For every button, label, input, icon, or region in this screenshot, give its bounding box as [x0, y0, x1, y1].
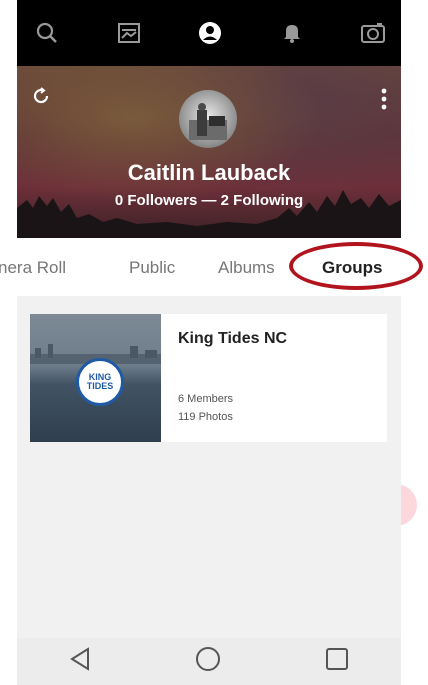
home-icon[interactable] — [195, 646, 221, 677]
back-icon[interactable] — [69, 647, 91, 676]
system-navigation-bar — [17, 638, 401, 685]
feed-icon[interactable] — [115, 19, 143, 47]
group-card[interactable]: KING TIDES King Tides NC 6 Members 119 P… — [30, 314, 387, 442]
camera-icon[interactable] — [359, 19, 387, 47]
king-tides-logo: KING TIDES — [76, 358, 124, 406]
tab-public[interactable]: Public — [129, 258, 175, 278]
follow-counts[interactable]: 0 Followers — 2 Following — [17, 192, 401, 209]
groups-annotation-ring — [289, 242, 423, 290]
groups-list: KING TIDES King Tides NC 6 Members 119 P… — [17, 296, 401, 638]
more-options-icon[interactable] — [381, 88, 387, 115]
avatar[interactable] — [179, 90, 237, 148]
tab-camera-roll[interactable]: nera Roll — [0, 258, 66, 278]
recents-icon[interactable] — [325, 647, 349, 676]
refresh-icon[interactable] — [31, 86, 51, 111]
bell-icon[interactable] — [278, 19, 306, 47]
tab-albums[interactable]: Albums — [218, 258, 275, 278]
group-title: King Tides NC — [178, 330, 288, 347]
group-members: 6 Members — [178, 393, 234, 405]
group-photos: 119 Photos — [178, 411, 233, 423]
profile-name: Caitlin Lauback — [127, 160, 291, 185]
top-toolbar — [17, 0, 401, 66]
profile-cover: Caitlin Lauback 0 Followers — 2 Followin… — [17, 66, 401, 238]
search-icon[interactable] — [33, 19, 61, 47]
group-thumbnail: KING TIDES — [30, 314, 161, 442]
profile-icon[interactable] — [196, 19, 224, 47]
